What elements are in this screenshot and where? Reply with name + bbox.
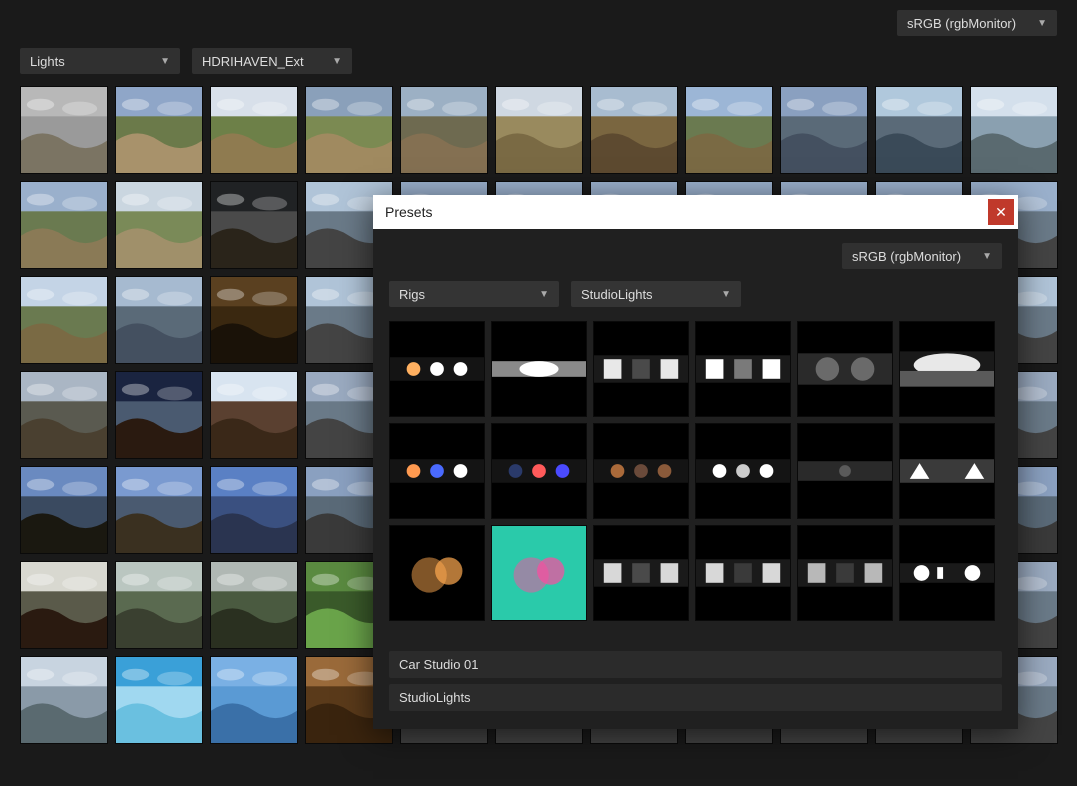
hdri-thumbnail[interactable] (115, 276, 203, 364)
hdri-thumbnail[interactable] (115, 181, 203, 269)
hdri-thumbnail[interactable] (970, 86, 1058, 174)
preset-thumbnail[interactable] (593, 321, 689, 417)
preset-thumbnail[interactable] (899, 423, 995, 519)
modal-header: Presets ✕ (373, 195, 1018, 229)
hdri-thumbnail[interactable] (115, 466, 203, 554)
preset-thumbnail[interactable] (695, 321, 791, 417)
subcategory-dropdown[interactable]: HDRIHAVEN_Ext ▼ (192, 48, 352, 74)
preset-thumbnail[interactable] (797, 423, 893, 519)
preset-thumbnail[interactable] (491, 321, 587, 417)
hdri-thumbnail[interactable] (20, 181, 108, 269)
colorspace-label: sRGB (rgbMonitor) (907, 16, 1016, 31)
hdri-thumbnail[interactable] (210, 276, 298, 364)
hdri-thumbnail[interactable] (20, 656, 108, 744)
presets-modal: Presets ✕ sRGB (rgbMonitor) ▼ Rigs ▼ Stu… (373, 195, 1018, 729)
preset-thumbnail[interactable] (695, 423, 791, 519)
modal-subcategory-dropdown[interactable]: StudioLights ▼ (571, 281, 741, 307)
chevron-down-icon: ▼ (982, 251, 992, 262)
hdri-thumbnail[interactable] (115, 656, 203, 744)
hdri-thumbnail[interactable] (210, 656, 298, 744)
hdri-thumbnail[interactable] (115, 561, 203, 649)
category-dropdown[interactable]: Lights ▼ (20, 48, 180, 74)
preset-thumbnail[interactable] (491, 423, 587, 519)
close-button[interactable]: ✕ (988, 199, 1014, 225)
chevron-down-icon: ▼ (721, 289, 731, 300)
preset-thumbnail[interactable] (593, 525, 689, 621)
hdri-thumbnail[interactable] (20, 561, 108, 649)
hdri-thumbnail[interactable] (20, 466, 108, 554)
hdri-thumbnail[interactable] (210, 561, 298, 649)
hdri-thumbnail[interactable] (210, 181, 298, 269)
preset-thumbnail[interactable] (491, 525, 587, 621)
hdri-thumbnail[interactable] (115, 371, 203, 459)
close-icon: ✕ (995, 204, 1007, 221)
hdri-thumbnail[interactable] (20, 371, 108, 459)
modal-category-dropdown[interactable]: Rigs ▼ (389, 281, 559, 307)
hdri-thumbnail[interactable] (210, 371, 298, 459)
preset-grid (389, 321, 1002, 621)
hdri-thumbnail[interactable] (495, 86, 583, 174)
hdri-thumbnail[interactable] (875, 86, 963, 174)
preset-thumbnail[interactable] (389, 321, 485, 417)
preset-thumbnail[interactable] (389, 423, 485, 519)
hdri-thumbnail[interactable] (400, 86, 488, 174)
hdri-thumbnail[interactable] (210, 86, 298, 174)
chevron-down-icon: ▼ (539, 289, 549, 300)
preset-list-item[interactable]: StudioLights (389, 684, 1002, 711)
hdri-thumbnail[interactable] (20, 276, 108, 364)
preset-thumbnail[interactable] (797, 321, 893, 417)
preset-thumbnail[interactable] (797, 525, 893, 621)
modal-colorspace-label: sRGB (rgbMonitor) (852, 249, 961, 264)
hdri-thumbnail[interactable] (305, 86, 393, 174)
hdri-thumbnail[interactable] (685, 86, 773, 174)
preset-list-item[interactable]: Car Studio 01 (389, 651, 1002, 678)
chevron-down-icon: ▼ (332, 56, 342, 67)
preset-thumbnail[interactable] (899, 525, 995, 621)
colorspace-dropdown[interactable]: sRGB (rgbMonitor) ▼ (897, 10, 1057, 36)
preset-thumbnail[interactable] (593, 423, 689, 519)
preset-thumbnail[interactable] (389, 525, 485, 621)
hdri-thumbnail[interactable] (115, 86, 203, 174)
chevron-down-icon: ▼ (160, 56, 170, 67)
hdri-thumbnail[interactable] (590, 86, 678, 174)
modal-subcategory-label: StudioLights (581, 287, 653, 302)
hdri-thumbnail[interactable] (780, 86, 868, 174)
preset-thumbnail[interactable] (695, 525, 791, 621)
modal-colorspace-dropdown[interactable]: sRGB (rgbMonitor) ▼ (842, 243, 1002, 269)
modal-title: Presets (385, 204, 432, 220)
preset-list: Car Studio 01 StudioLights (389, 651, 1002, 711)
chevron-down-icon: ▼ (1037, 18, 1047, 29)
preset-thumbnail[interactable] (899, 321, 995, 417)
subcategory-label: HDRIHAVEN_Ext (202, 54, 304, 69)
modal-category-label: Rigs (399, 287, 425, 302)
category-label: Lights (30, 54, 65, 69)
hdri-thumbnail[interactable] (20, 86, 108, 174)
hdri-thumbnail[interactable] (210, 466, 298, 554)
